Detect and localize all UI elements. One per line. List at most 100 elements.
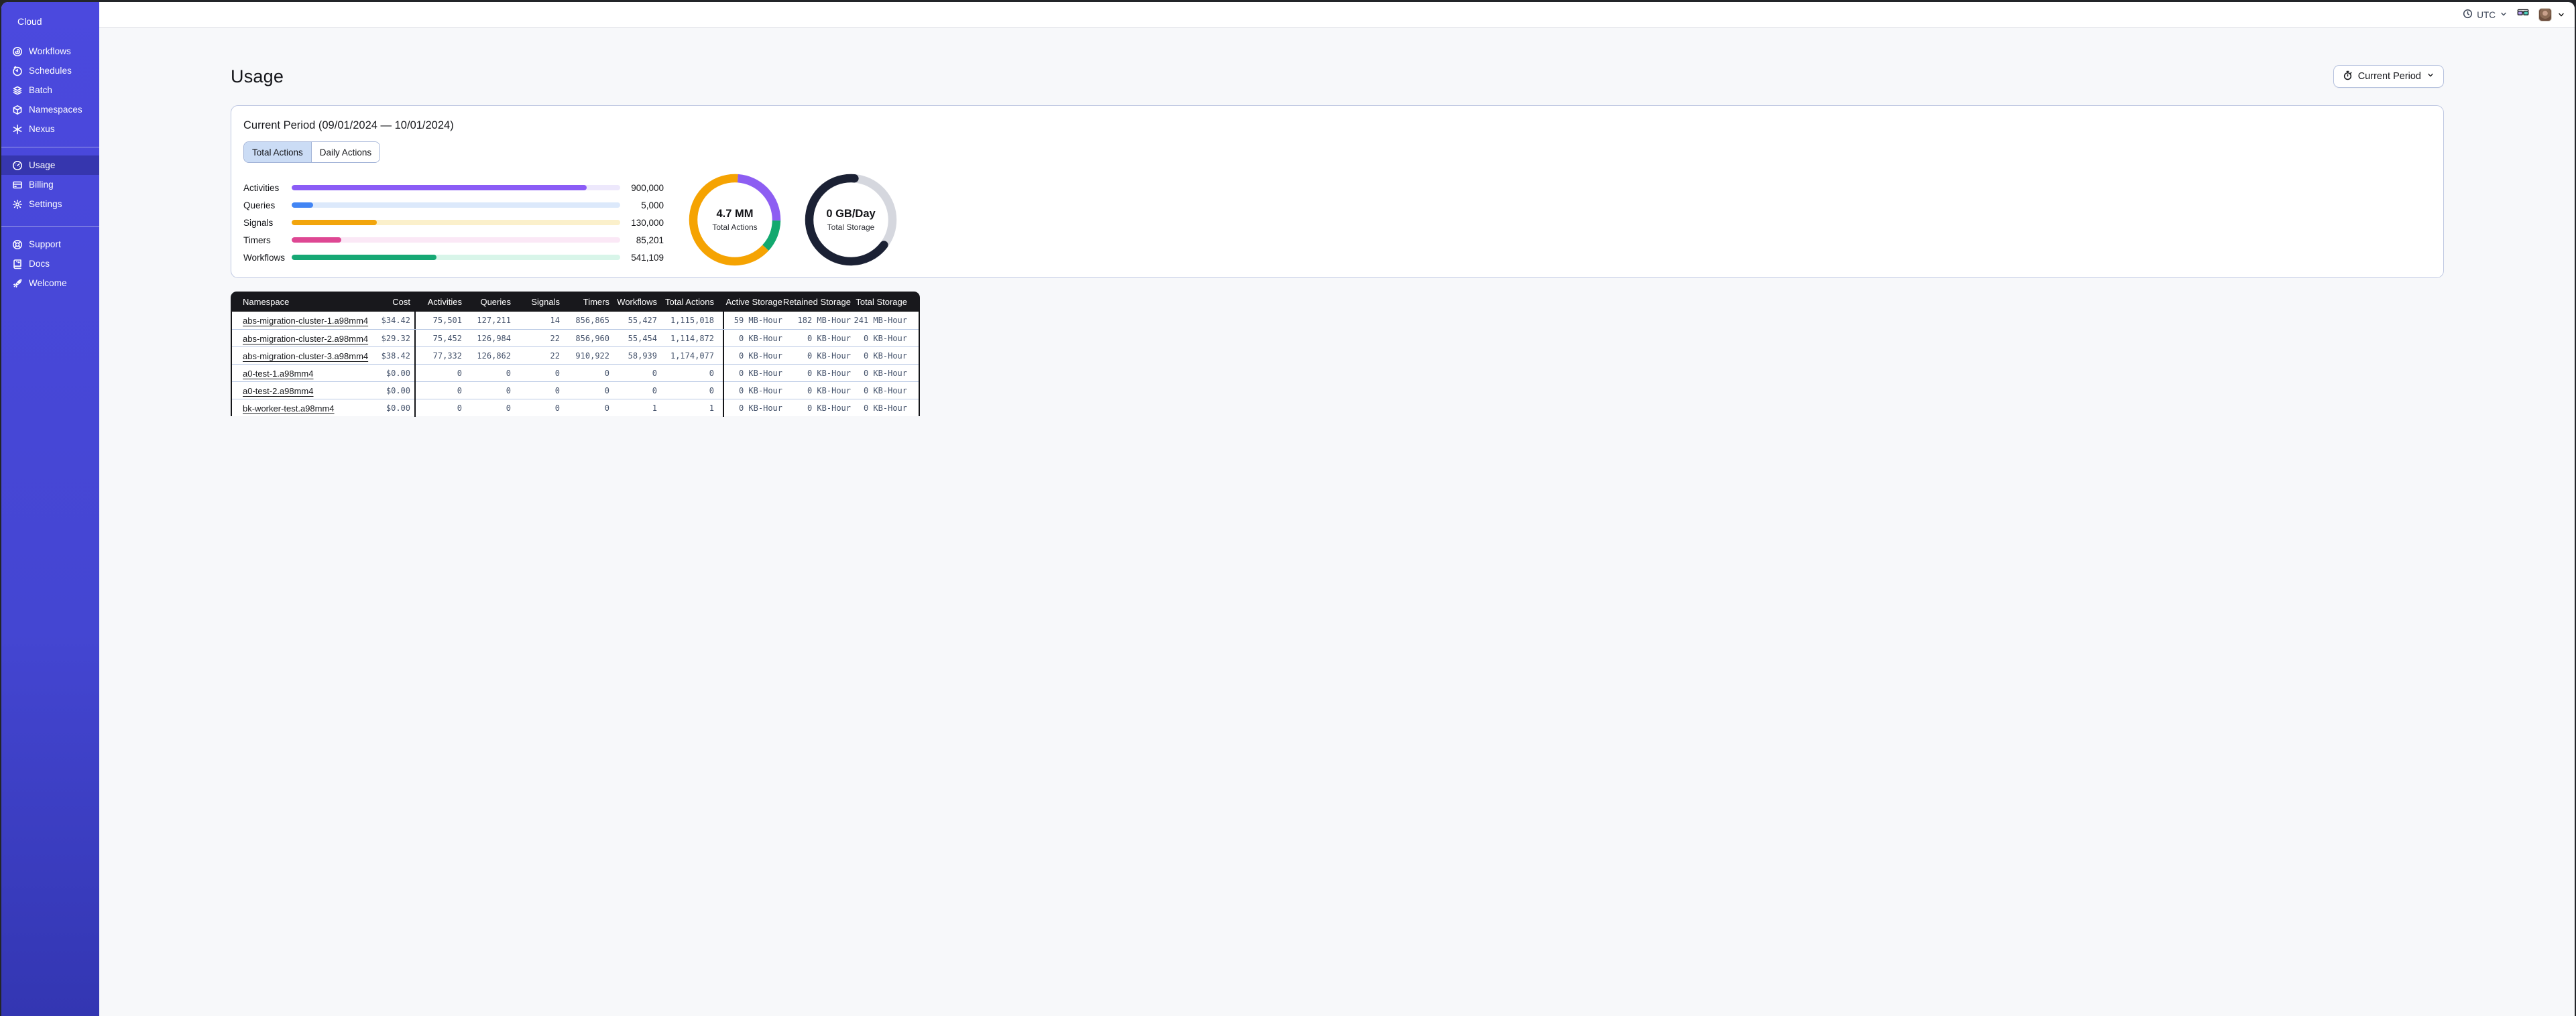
bar-value: 5,000 bbox=[641, 200, 664, 210]
sidebar-item-schedules[interactable]: Schedules bbox=[1, 61, 99, 80]
bar-row-workflows: Workflows 541,109 bbox=[243, 249, 666, 266]
bar-label: Queries bbox=[243, 200, 276, 210]
avatar[interactable] bbox=[2538, 8, 2552, 21]
column-header-activities: Activities bbox=[427, 296, 462, 307]
workflows-cell: 0 bbox=[652, 369, 657, 378]
retained-storage-cell: 0 KB-Hour bbox=[807, 403, 851, 413]
sidebar-item-usage[interactable]: Usage bbox=[1, 155, 99, 175]
sidebar-item-settings[interactable]: Settings bbox=[1, 194, 99, 214]
sidebar-account-nav: Usage Billing Settings bbox=[1, 154, 99, 215]
cost-cell: $34.42 bbox=[381, 316, 410, 325]
workflows-cell: 1 bbox=[652, 403, 657, 413]
total-actions-cell: 0 bbox=[709, 386, 714, 395]
namespace-link[interactable]: bk-worker-test.a98mm4 bbox=[243, 403, 335, 414]
retained-storage-cell: 0 KB-Hour bbox=[807, 386, 851, 395]
namespace-cell: a0-test-2.a98mm4 bbox=[243, 386, 361, 396]
timezone-selector[interactable]: UTC bbox=[2463, 9, 2508, 21]
namespace-link[interactable]: a0-test-1.a98mm4 bbox=[243, 369, 314, 379]
total-storage-cell: 0 KB-Hour bbox=[863, 334, 907, 343]
total-storage-cell: 0 KB-Hour bbox=[863, 386, 907, 395]
sidebar-item-welcome[interactable]: Welcome bbox=[1, 273, 99, 293]
timers-cell: 0 bbox=[604, 386, 609, 395]
sidebar-item-label: Schedules bbox=[29, 66, 72, 76]
table-row: a0-test-1.a98mm4 $0.00 0 0 0 0 0 0 0 KB-Hour 0 KB… bbox=[232, 364, 919, 382]
stopwatch-icon bbox=[2343, 70, 2353, 83]
activities-cell: 0 bbox=[414, 382, 462, 399]
table-row: abs-migration-cluster-3.a98mm4 $38.42 77,3… bbox=[232, 346, 919, 365]
sidebar-item-namespaces[interactable]: Namespaces bbox=[1, 100, 99, 119]
cost-cell: $0.00 bbox=[386, 369, 410, 378]
total-actions-label: Total Actions bbox=[712, 223, 758, 232]
sidebar-item-workflows[interactable]: Workflows bbox=[1, 42, 99, 61]
settings-gear-icon bbox=[11, 198, 23, 210]
sidebar-item-label: Nexus bbox=[29, 124, 55, 134]
column-header-signals: Signals bbox=[531, 296, 560, 307]
namespaces-cube-icon bbox=[11, 104, 23, 115]
bar-value: 85,201 bbox=[636, 235, 664, 245]
retained-storage-cell: 0 KB-Hour bbox=[807, 369, 851, 378]
welcome-rocket-icon bbox=[11, 277, 23, 289]
active-storage-cell: 0 KB-Hour bbox=[723, 399, 782, 417]
total-actions-cell: 1,115,018 bbox=[670, 316, 714, 325]
tab-daily-actions[interactable]: Daily Actions bbox=[310, 142, 380, 162]
nexus-asterisk-icon bbox=[11, 123, 23, 135]
clock-icon bbox=[2463, 9, 2473, 21]
namespace-link[interactable]: abs-migration-cluster-3.a98mm4 bbox=[243, 351, 368, 361]
window-frame: Cloud Workflows Schedules Batch Namespaces N… bbox=[0, 0, 2576, 1016]
namespace-cell: abs-migration-cluster-2.a98mm4 bbox=[243, 334, 368, 344]
total-storage-cell: 241 MB-Hour bbox=[854, 316, 907, 325]
sidebar-item-label: Namespaces bbox=[29, 105, 82, 115]
temporal-cloud-app: Cloud Workflows Schedules Batch Namespaces N… bbox=[1, 2, 2575, 1016]
table-body: abs-migration-cluster-1.a98mm4 $34.42 75,5… bbox=[231, 312, 920, 417]
total-actions-cell: 1 bbox=[709, 403, 714, 413]
table-row: abs-migration-cluster-1.a98mm4 $34.42 75,5… bbox=[232, 312, 919, 329]
bar-label: Activities bbox=[243, 182, 280, 193]
sidebar-main-nav: Workflows Schedules Batch Namespaces Nexus bbox=[1, 40, 99, 140]
actions-tabbar: Total Actions Daily Actions bbox=[243, 141, 381, 163]
timers-cell: 856,960 bbox=[575, 334, 609, 343]
main-content: Usage Current Period Current Period (09/… bbox=[99, 29, 2575, 1016]
topbar: UTC bbox=[99, 2, 2575, 28]
cost-cell: $38.42 bbox=[381, 351, 410, 361]
queries-cell: 0 bbox=[506, 386, 511, 395]
column-header-total-actions: Total Actions bbox=[665, 296, 714, 307]
card-title: Current Period (09/01/2024 — 10/01/2024) bbox=[243, 119, 454, 131]
namespace-usage-table: Namespace Cost Activities Queries Signals Tim… bbox=[231, 292, 920, 417]
sidebar-item-batch[interactable]: Batch bbox=[1, 80, 99, 100]
column-header-workflows: Workflows bbox=[617, 296, 657, 307]
bar-fill bbox=[292, 202, 313, 208]
sidebar-item-label: Docs bbox=[29, 259, 50, 269]
sidebar-item-support[interactable]: Support bbox=[1, 235, 99, 254]
sidebar-item-billing[interactable]: Billing bbox=[1, 175, 99, 194]
column-header-queries: Queries bbox=[480, 296, 511, 307]
account-menu-button[interactable] bbox=[2557, 11, 2565, 19]
period-dropdown-button[interactable]: Current Period bbox=[2333, 65, 2444, 88]
sidebar-brand: Cloud bbox=[1, 12, 99, 34]
docs-book-icon bbox=[11, 258, 23, 269]
bar-track bbox=[292, 237, 620, 243]
namespace-link[interactable]: abs-migration-cluster-2.a98mm4 bbox=[243, 334, 368, 344]
activities-cell: 77,332 bbox=[414, 347, 462, 365]
bar-row-queries: Queries 5,000 bbox=[243, 196, 666, 214]
table-header: Namespace Cost Activities Queries Signals Tim… bbox=[231, 292, 920, 312]
sidebar-item-nexus[interactable]: Nexus bbox=[1, 119, 99, 139]
brand-label: Cloud bbox=[17, 16, 42, 27]
queries-cell: 0 bbox=[506, 403, 511, 413]
bar-fill bbox=[292, 255, 436, 260]
tab-total-actions[interactable]: Total Actions bbox=[244, 142, 311, 162]
retained-storage-cell: 0 KB-Hour bbox=[807, 351, 851, 361]
billing-card-icon bbox=[11, 179, 23, 190]
activities-cell: 0 bbox=[414, 365, 462, 382]
active-storage-cell: 59 MB-Hour bbox=[723, 312, 782, 329]
page-title: Usage bbox=[231, 66, 284, 86]
timers-cell: 0 bbox=[604, 403, 609, 413]
namespace-link[interactable]: abs-migration-cluster-1.a98mm4 bbox=[243, 316, 368, 326]
namespace-link[interactable]: a0-test-2.a98mm4 bbox=[243, 386, 314, 396]
sidebar-item-docs[interactable]: Docs bbox=[1, 254, 99, 273]
signals-cell: 22 bbox=[550, 334, 560, 343]
bar-track bbox=[292, 185, 620, 190]
workflows-cell: 55,427 bbox=[628, 316, 657, 325]
timers-cell: 856,865 bbox=[575, 316, 609, 325]
column-header-retained-storage: Retained Storage bbox=[782, 296, 851, 307]
glasses-icon[interactable] bbox=[2517, 9, 2529, 21]
